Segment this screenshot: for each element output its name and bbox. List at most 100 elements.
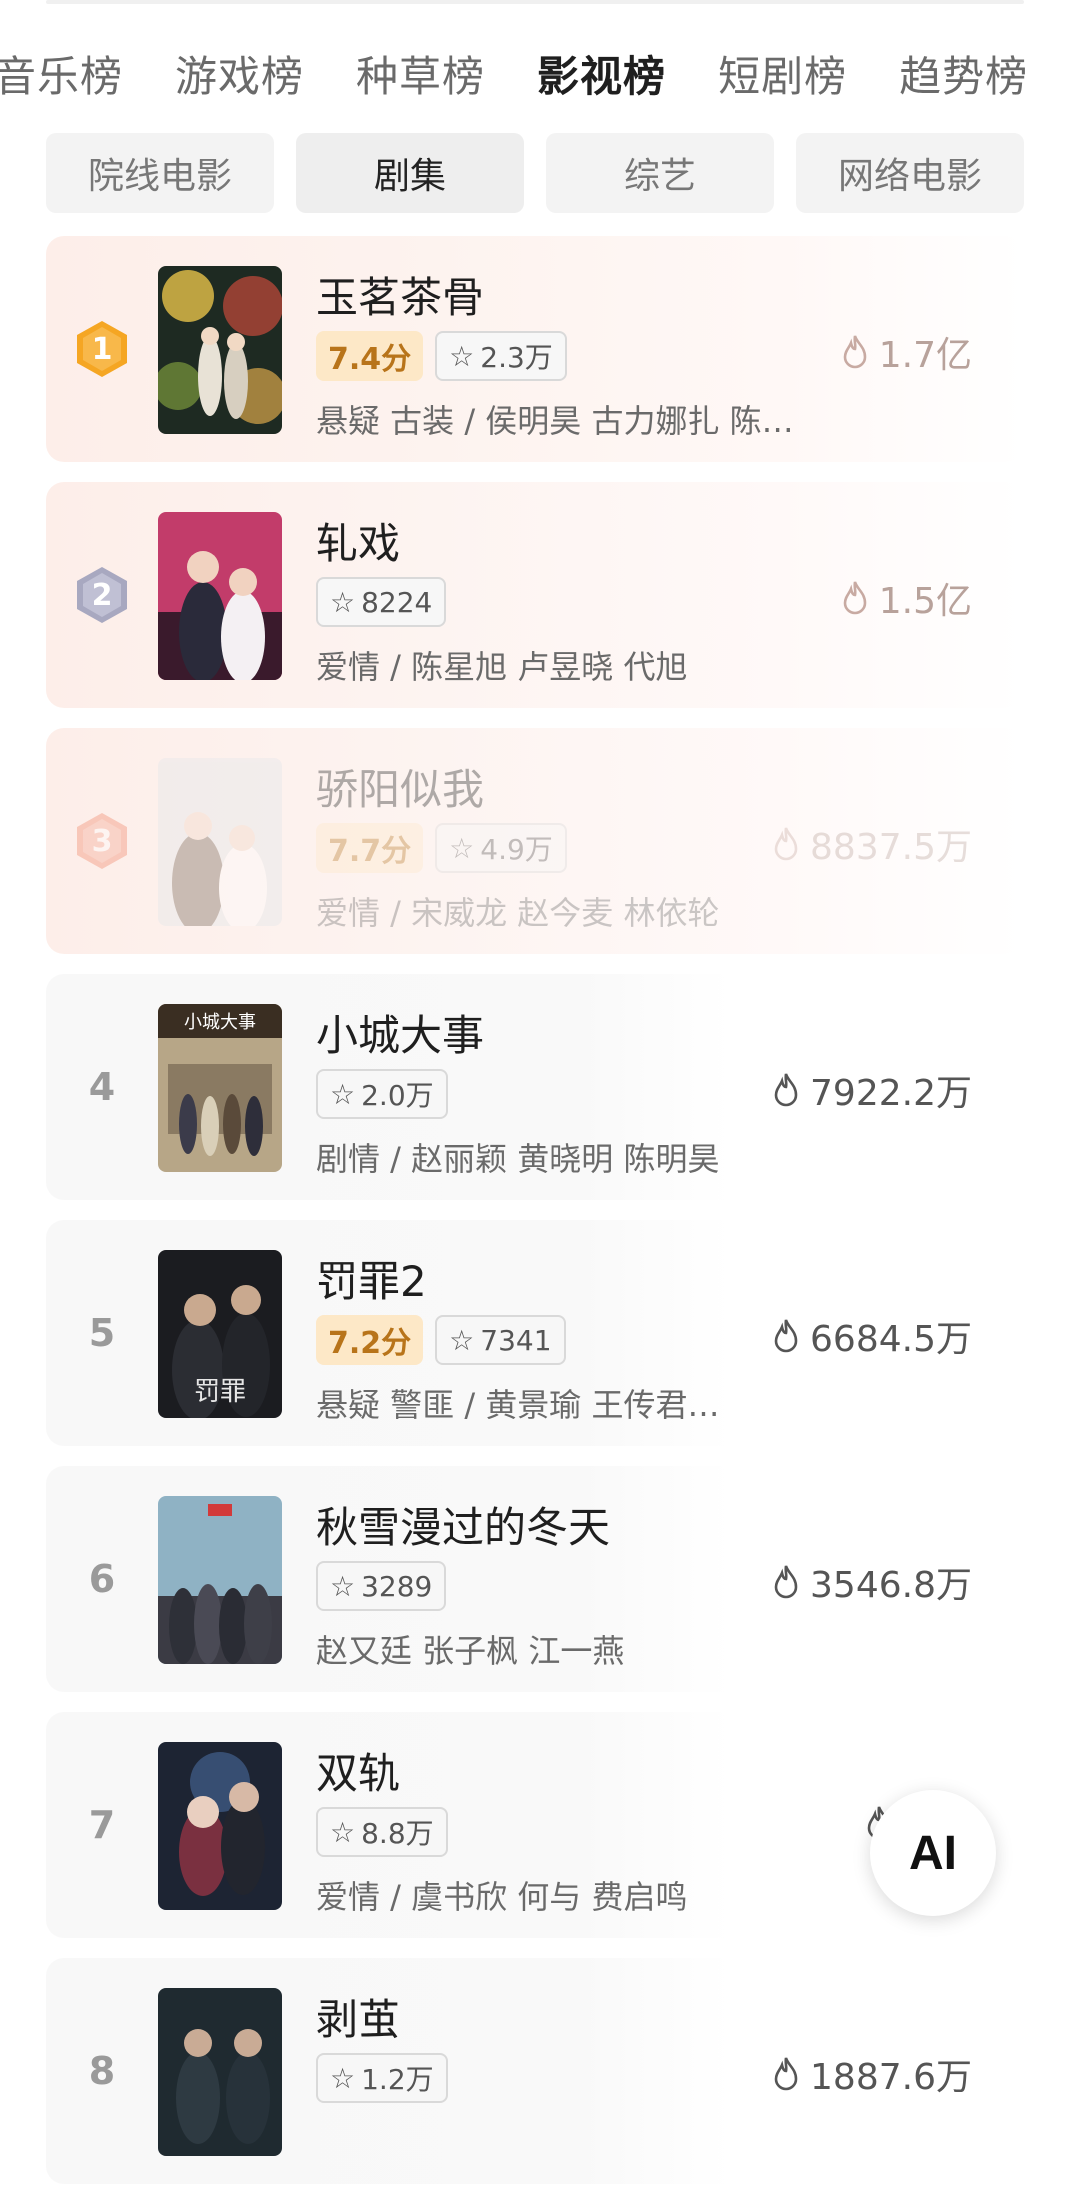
poster-image[interactable]	[158, 512, 282, 680]
genre-cast: 爱情 / 虞书欣 何与 费启鸣	[316, 1878, 688, 1916]
poster-image[interactable]	[158, 758, 282, 926]
rank-number: 8	[88, 2049, 116, 2093]
tab-game-chart[interactable]: 游戏榜	[175, 43, 304, 104]
heat-value: 7922.2万	[770, 1064, 972, 1116]
rank-badge-gold: 1	[74, 319, 130, 379]
subtab-web-movies[interactable]: 网络电影	[796, 133, 1024, 213]
favorites-badge: ☆ 4.9万	[435, 823, 567, 873]
genre-cast: 悬疑 警匪 / 黄景瑜 王传君…	[316, 1386, 720, 1424]
heat-number: 3546.8万	[810, 1565, 972, 1606]
rank-number: 7	[88, 1803, 116, 1847]
tab-film-tv-chart[interactable]: 影视榜	[537, 43, 666, 104]
drama-title[interactable]: 秋雪漫过的冬天	[316, 1494, 610, 1555]
rank-number: 1	[91, 331, 113, 367]
star-icon: ☆	[330, 1815, 356, 1849]
heat-value: 8837.5万	[770, 818, 972, 870]
ai-assistant-button[interactable]: AI	[870, 1790, 996, 1916]
favorites-badge: ☆ 8224	[316, 577, 447, 627]
list-item[interactable]: 5 罚罪 罚罪2 7.2分 ☆ 7341 悬疑 警匪 / 黄景瑜 王传君… 668…	[46, 1220, 1024, 1446]
subtab-series[interactable]: 剧集	[296, 133, 524, 213]
subtab-cinema-movies[interactable]: 院线电影	[46, 133, 274, 213]
star-icon: ☆	[330, 585, 356, 619]
poster-image[interactable]	[158, 1988, 282, 2156]
heat-number: 6684.5万	[810, 1319, 972, 1360]
flame-icon	[774, 1073, 798, 1107]
badge-row: ☆ 3289	[316, 1561, 447, 1611]
badge-row: 7.2分 ☆ 7341	[316, 1315, 566, 1365]
heat-number: 7922.2万	[810, 1073, 972, 1114]
star-icon: ☆	[449, 831, 475, 865]
badge-row: ☆ 1.2万	[316, 2053, 448, 2103]
favorites-count: 1.2万	[361, 2063, 434, 2096]
tab-recommend-chart[interactable]: 种草榜	[356, 43, 485, 104]
drama-title[interactable]: 小城大事	[316, 1002, 484, 1063]
poster-image[interactable]: 罚罪	[158, 1250, 282, 1418]
subtab-variety[interactable]: 综艺	[546, 133, 774, 213]
rank-number: 6	[88, 1557, 116, 1601]
badge-row: ☆ 2.0万	[316, 1069, 448, 1119]
drama-title[interactable]: 玉茗茶骨	[316, 264, 484, 325]
star-icon: ☆	[330, 2061, 356, 2095]
list-item[interactable]: 8 剥茧 ☆ 1.2万 1887.6万	[46, 1958, 1024, 2184]
favorites-badge: ☆ 2.3万	[435, 331, 567, 381]
list-item[interactable]: 1 玉茗茶骨 7.4分 ☆ 2.3万 悬疑 古装 / 侯明昊 古力娜扎 陈… 1.…	[46, 236, 1024, 462]
rank-number: 3	[91, 823, 113, 859]
favorites-badge: ☆ 8.8万	[316, 1807, 448, 1857]
list-item[interactable]: 2 轧戏 ☆ 8224 爱情 / 陈星旭 卢昱晓 代旭 1.5亿	[46, 482, 1024, 708]
ranking-list: 1 玉茗茶骨 7.4分 ☆ 2.3万 悬疑 古装 / 侯明昊 古力娜扎 陈… 1.…	[46, 236, 1024, 2204]
drama-title[interactable]: 双轨	[316, 1740, 400, 1801]
rank-number-box: 4	[74, 1057, 130, 1117]
list-item[interactable]: 6 秋雪漫过的冬天 ☆ 3289 赵又廷 张子枫 江一燕 3546.8万	[46, 1466, 1024, 1692]
genre-cast: 爱情 / 宋威龙 赵今麦 林依轮	[316, 894, 720, 932]
rank-number-box: 8	[74, 2041, 130, 2101]
flame-icon	[843, 581, 867, 615]
heat-number: 1887.6万	[810, 2057, 972, 2098]
score-badge: 7.2分	[316, 1315, 424, 1365]
drama-title[interactable]: 剥茧	[316, 1986, 400, 2047]
drama-title[interactable]: 骄阳似我	[316, 756, 484, 817]
favorites-count: 3289	[361, 1569, 433, 1603]
score-badge: 7.7分	[316, 823, 424, 873]
rank-number: 5	[88, 1311, 116, 1355]
star-icon: ☆	[449, 1323, 475, 1357]
rank-number: 2	[91, 577, 113, 613]
star-icon: ☆	[330, 1077, 356, 1111]
favorites-count: 8.8万	[361, 1817, 434, 1850]
favorites-badge: ☆ 3289	[316, 1561, 447, 1611]
heat-number: 8837.5万	[810, 827, 972, 868]
tab-short-drama-chart[interactable]: 短剧榜	[718, 43, 847, 104]
rank-number-box: 5	[74, 1303, 130, 1363]
svg-text:小城大事: 小城大事	[184, 1012, 256, 1033]
genre-cast: 剧情 / 赵丽颖 黄晓明 陈明昊	[316, 1140, 720, 1178]
star-icon: ☆	[330, 1569, 356, 1603]
drama-title[interactable]: 罚罪2	[316, 1248, 427, 1309]
rank-number: 4	[88, 1065, 116, 1109]
favorites-badge: ☆ 2.0万	[316, 1069, 448, 1119]
heat-value: 1887.6万	[770, 2048, 972, 2100]
score-badge: 7.4分	[316, 331, 424, 381]
heat-value: 1.7亿	[839, 326, 972, 378]
poster-image[interactable]	[158, 266, 282, 434]
chart-category-tabs: 音乐榜 游戏榜 种草榜 影视榜 短剧榜 趋势榜	[0, 38, 1070, 108]
rank-number-box: 6	[74, 1549, 130, 1609]
flame-icon	[774, 1565, 798, 1599]
subcategory-tabs: 院线电影 剧集 综艺 网络电影	[46, 133, 1024, 213]
badge-row: 7.4分 ☆ 2.3万	[316, 331, 567, 381]
flame-icon	[843, 335, 867, 369]
top-divider	[46, 0, 1024, 4]
heat-number: 1.7亿	[878, 335, 972, 376]
list-item[interactable]: 4 小城大事 小城大事 ☆ 2.0万 剧情 / 赵丽颖 黄晓明 陈明昊 7922.…	[46, 974, 1024, 1200]
poster-image[interactable]	[158, 1742, 282, 1910]
list-item[interactable]: 3 骄阳似我 7.7分 ☆ 4.9万 爱情 / 宋威龙 赵今麦 林依轮 8837.…	[46, 728, 1024, 954]
flame-icon	[774, 1319, 798, 1353]
rank-number-box: 7	[74, 1795, 130, 1855]
drama-title[interactable]: 轧戏	[316, 510, 400, 571]
poster-image[interactable]	[158, 1496, 282, 1664]
badge-row: ☆ 8224	[316, 577, 447, 627]
poster-image[interactable]: 小城大事	[158, 1004, 282, 1172]
tab-trend-chart[interactable]: 趋势榜	[899, 43, 1028, 104]
favorites-count: 2.3万	[480, 341, 553, 374]
flame-icon	[774, 2057, 798, 2091]
tab-music-chart[interactable]: 音乐榜	[0, 43, 123, 104]
favorites-badge: ☆ 7341	[435, 1315, 566, 1365]
